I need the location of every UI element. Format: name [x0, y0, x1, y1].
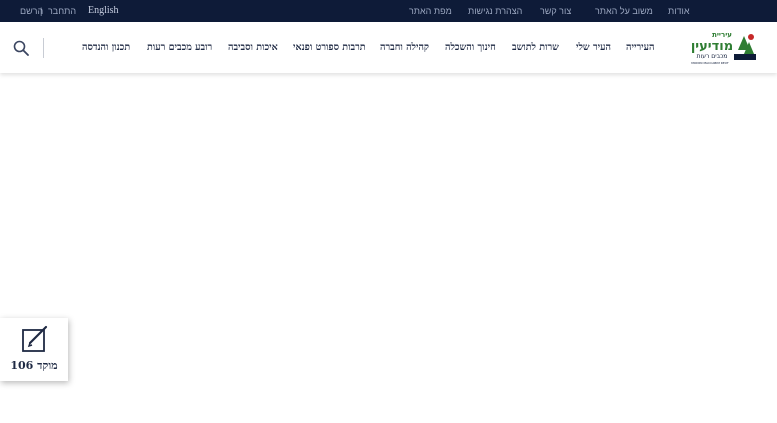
nav-item-my-city[interactable]: העיר שלי: [576, 22, 611, 73]
nav-item-municipality[interactable]: העירייה: [626, 22, 654, 73]
nav-item-maccabim-reut[interactable]: רובע מכבים רעות: [147, 22, 212, 73]
nav-item-environment[interactable]: איכות וסביבה: [228, 22, 278, 73]
logo-dot: [748, 34, 754, 40]
nav-item-education[interactable]: חינוך והשכלה: [445, 22, 496, 73]
top-utility-bar: אודות משוב על האתר צור קשר הצהרת נגישות …: [0, 0, 777, 22]
nav-item-community[interactable]: קהילה וחברה: [380, 22, 429, 73]
header-divider: [43, 38, 44, 58]
edit-note-icon: [22, 325, 48, 352]
logo-ground: [734, 54, 756, 60]
topbar-link-contact[interactable]: צור קשר: [540, 0, 571, 22]
logo-text-line4: MODIIN MACCABIM REUT: [691, 61, 729, 65]
search-icon[interactable]: [13, 40, 29, 56]
main-header: עיריית מודיעין מכבים רעות MODIIN MACCABI…: [0, 22, 777, 73]
nav-item-planning[interactable]: תכנון והנדסה: [82, 22, 130, 73]
topbar-link-accessibility[interactable]: הצהרת נגישות: [468, 0, 522, 22]
hotline-label: מוקד 106: [10, 359, 58, 372]
topbar-link-sitemap[interactable]: מפת האתר: [409, 0, 452, 22]
logo-text-line1: עיריית: [712, 31, 732, 39]
topbar-link-feedback[interactable]: משוב על האתר: [595, 0, 653, 22]
hotline-106-button[interactable]: מוקד 106: [0, 318, 68, 381]
city-logo[interactable]: עיריית מודיעין מכבים רעות MODIIN MACCABI…: [686, 28, 758, 66]
register-link[interactable]: הרשם: [20, 0, 43, 22]
nav-item-resident-services[interactable]: שרות לתושב: [512, 22, 559, 73]
logo-text-line2: מודיעין: [691, 39, 733, 54]
login-link[interactable]: התחבר: [48, 0, 76, 22]
language-switch-english[interactable]: English: [88, 0, 119, 22]
nav-item-culture-sports[interactable]: תרבות ספורט ופנאי: [293, 22, 366, 73]
topbar-link-about[interactable]: אודות: [668, 0, 690, 22]
logo-text-line3: מכבים רעות: [697, 53, 728, 60]
